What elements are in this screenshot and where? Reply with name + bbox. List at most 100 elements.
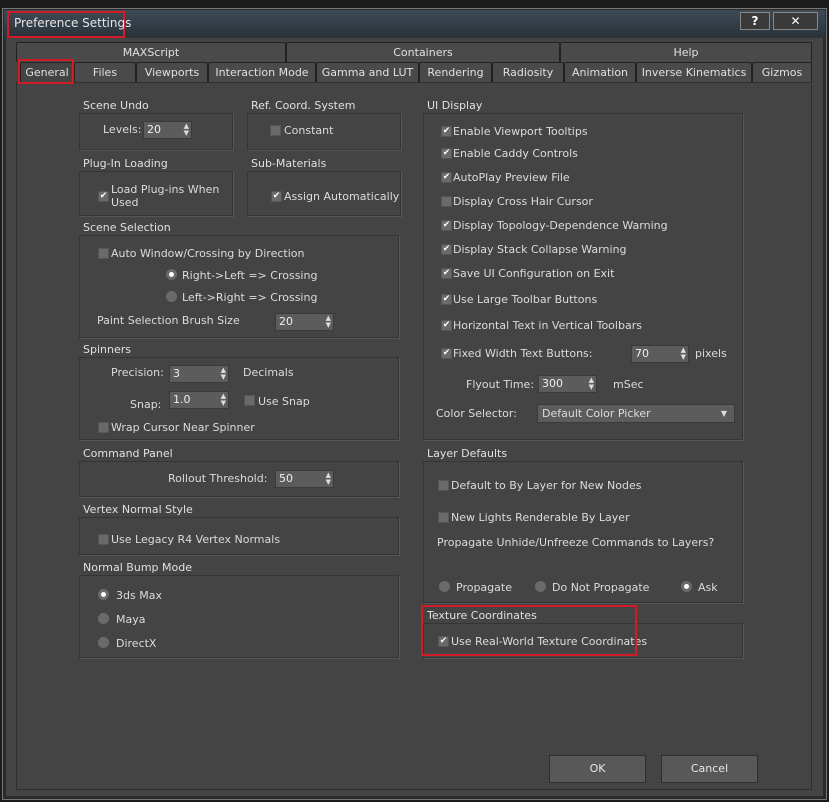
spinner-arrows-icon[interactable]: ▲ ▼ (184, 123, 189, 137)
do-not-propagate-radio[interactable] (535, 581, 546, 592)
wrap-cursor-label: Wrap Cursor Near Spinner (111, 421, 255, 434)
ui-display-checkbox[interactable]: ✔ (441, 220, 452, 231)
ui-display-label: Display Cross Hair Cursor (453, 195, 593, 208)
spinner-arrows-icon[interactable]: ▲ ▼ (589, 377, 594, 391)
ask-label: Ask (698, 581, 718, 594)
precision-spinner[interactable]: 3 ▲ ▼ (169, 365, 229, 383)
ui-display-checkbox[interactable] (441, 196, 452, 207)
tab-help[interactable]: Help (560, 42, 812, 62)
maya-radio[interactable] (98, 613, 109, 624)
normal-bump-title: Normal Bump Mode (83, 561, 195, 574)
chevron-down-icon: ▼ (720, 409, 727, 418)
tab-gizmos[interactable]: Gizmos (752, 62, 812, 82)
snap-value: 1.0 (173, 393, 191, 406)
color-selector-dropdown[interactable]: Default Color Picker ▼ (537, 404, 735, 423)
color-selector-label: Color Selector: (436, 407, 517, 420)
pixels-label: pixels (695, 347, 727, 360)
ok-button[interactable]: OK (549, 755, 646, 783)
cancel-button[interactable]: Cancel (661, 755, 758, 783)
spinners-title: Spinners (83, 343, 134, 356)
right-left-label: Right->Left => Crossing (182, 269, 318, 282)
directx-label: DirectX (116, 637, 157, 650)
tab-rendering[interactable]: Rendering (419, 62, 492, 82)
auto-window-checkbox[interactable] (98, 248, 109, 259)
ui-display-label: Horizontal Text in Vertical Toolbars (453, 319, 642, 332)
levels-spinner[interactable]: 20 ▲ ▼ (143, 121, 192, 139)
ref-coord-title: Ref. Coord. System (251, 99, 359, 112)
rollout-value: 50 (279, 472, 293, 485)
assign-auto-label: Assign Automatically (284, 190, 400, 203)
ui-display-checkbox[interactable]: ✔ (441, 320, 452, 331)
right-left-radio[interactable] (166, 269, 177, 280)
3dsmax-radio[interactable] (98, 589, 109, 600)
spinner-arrows-icon[interactable]: ▲ ▼ (326, 315, 331, 329)
ui-display-checkbox[interactable]: ✔ (441, 268, 452, 279)
tab-radiosity[interactable]: Radiosity (492, 62, 564, 82)
precision-value: 3 (173, 367, 180, 380)
close-button[interactable]: ✕ (773, 12, 818, 30)
ui-display-checkbox[interactable]: ✔ (441, 244, 452, 255)
spinner-arrows-icon[interactable]: ▲ ▼ (326, 472, 331, 486)
ask-radio[interactable] (681, 581, 692, 592)
ui-display-checkbox[interactable]: ✔ (441, 294, 452, 305)
lights-bylayer-checkbox[interactable] (438, 512, 449, 523)
legacy-normals-label: Use Legacy R4 Vertex Normals (111, 533, 281, 546)
propagate-label: Propagate (456, 581, 512, 594)
ui-display-checkbox[interactable]: ✔ (441, 148, 452, 159)
load-plugins-label: Load Plug-ins When (111, 183, 220, 196)
constant-checkbox[interactable] (270, 125, 281, 136)
use-snap-label: Use Snap (258, 395, 310, 408)
assign-auto-checkbox[interactable]: ✔ (271, 191, 282, 202)
bylayer-checkbox[interactable] (438, 480, 449, 491)
command-panel-title: Command Panel (83, 447, 176, 460)
legacy-normals-checkbox[interactable] (98, 534, 109, 545)
tab-gamma-lut[interactable]: Gamma and LUT (316, 62, 419, 82)
flyout-spinner[interactable]: 300 ▲ ▼ (538, 375, 597, 393)
help-button[interactable]: ? (740, 12, 770, 30)
use-snap-checkbox[interactable] (244, 395, 255, 406)
brush-size-spinner[interactable]: 20 ▲ ▼ (275, 313, 334, 331)
ui-display-label: AutoPlay Preview File (453, 171, 570, 184)
layer-defaults-title: Layer Defaults (427, 447, 511, 460)
tab-inverse-kinematics[interactable]: Inverse Kinematics (636, 62, 752, 82)
bylayer-label: Default to By Layer for New Nodes (451, 479, 642, 492)
scene-selection-title: Scene Selection (83, 221, 174, 234)
spinner-arrows-icon[interactable]: ▲ ▼ (681, 347, 686, 361)
ui-display-label: Enable Caddy Controls (453, 147, 578, 160)
ui-display-checkbox[interactable]: ✔ (441, 126, 452, 137)
propagate-question: Propagate Unhide/Unfreeze Commands to La… (437, 536, 715, 549)
auto-window-label: Auto Window/Crossing by Direction (111, 247, 305, 260)
plugin-loading-title: Plug-In Loading (83, 157, 171, 170)
left-right-label: Left->Right => Crossing (182, 291, 318, 304)
rollout-spinner[interactable]: 50 ▲ ▼ (275, 470, 334, 488)
ui-display-title: UI Display (427, 99, 486, 112)
load-plugins-checkbox[interactable]: ✔ (98, 191, 109, 202)
snap-label: Snap: (130, 398, 162, 411)
lights-bylayer-label: New Lights Renderable By Layer (451, 511, 630, 524)
ui-display-checkbox[interactable]: ✔ (441, 348, 452, 359)
ui-display-label: Display Topology-Dependence Warning (453, 219, 668, 232)
directx-radio[interactable] (98, 637, 109, 648)
tab-files[interactable]: Files (74, 62, 136, 82)
color-selector-value: Default Color Picker (542, 407, 651, 420)
tab-animation[interactable]: Animation (564, 62, 636, 82)
3dsmax-label: 3ds Max (116, 589, 162, 602)
tab-viewports[interactable]: Viewports (136, 62, 208, 82)
snap-spinner[interactable]: 1.0 ▲ ▼ (169, 391, 229, 409)
propagate-radio[interactable] (439, 581, 450, 592)
ui-display-label: Fixed Width Text Buttons: (453, 347, 593, 360)
left-right-radio[interactable] (166, 291, 177, 302)
spinner-arrows-icon[interactable]: ▲ ▼ (221, 367, 226, 381)
wrap-cursor-checkbox[interactable] (98, 422, 109, 433)
ui-display-label: Save UI Configuration on Exit (453, 267, 615, 280)
ui-display-label: Enable Viewport Tooltips (453, 125, 588, 138)
constant-label: Constant (284, 124, 334, 137)
levels-label: Levels: (103, 123, 142, 136)
spinner-arrows-icon[interactable]: ▲ ▼ (221, 393, 226, 407)
fixed-width-spinner[interactable]: 70 ▲ ▼ (631, 345, 689, 363)
tab-interaction-mode[interactable]: Interaction Mode (208, 62, 316, 82)
tab-containers[interactable]: Containers (286, 42, 560, 62)
ui-display-label: Use Large Toolbar Buttons (453, 293, 598, 306)
do-not-propagate-label: Do Not Propagate (552, 581, 650, 594)
ui-display-checkbox[interactable]: ✔ (441, 172, 452, 183)
